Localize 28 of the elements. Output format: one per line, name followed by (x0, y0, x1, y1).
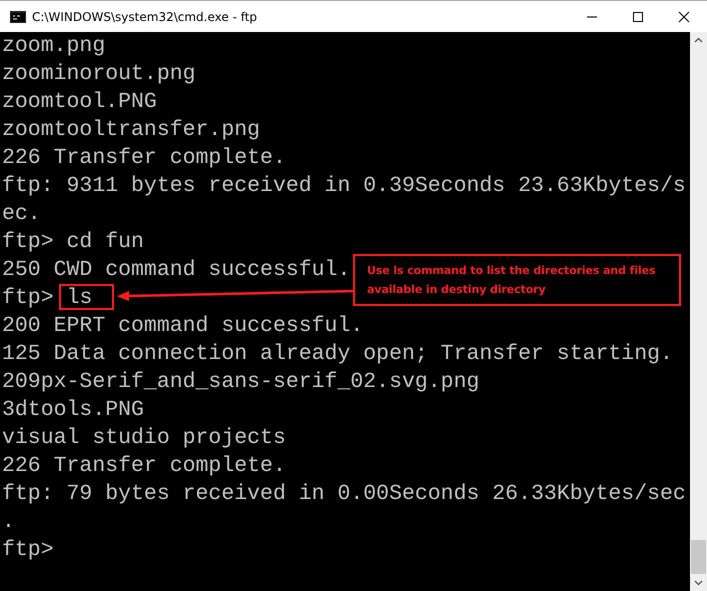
console-line: 209px-Serif_and_sans-serif_02.svg.png (2, 369, 480, 396)
console-line: 226 Transfer complete. (2, 453, 286, 480)
highlighted-command: ls (58, 284, 114, 310)
console-line: visual studio projects (2, 425, 286, 452)
console-line: zoominorout.png (2, 61, 196, 88)
console-line: 226 Transfer complete. (2, 145, 286, 172)
console-line: ftp> cd fun (2, 229, 144, 256)
console-line: 3dtools.PNG (2, 397, 144, 424)
window-title: C:\WINDOWS\system32\cmd.exe - ftp (32, 10, 258, 24)
console-line: ftp: 9311 bytes received in 0.39Seconds 23.63Kbytes/s (2, 173, 686, 200)
console-prompt: ftp> (2, 285, 54, 312)
maximize-icon (632, 10, 644, 22)
console-line: 125 Data connection already open; Transfer starting. (2, 341, 673, 368)
scrollbar[interactable] (690, 32, 707, 591)
console-line: ec. (2, 201, 41, 228)
arrow-icon (116, 288, 356, 302)
console-line: ftp> (2, 537, 54, 564)
console-line: zoom.png (2, 33, 106, 60)
console-line: zoomtooltransfer.png (2, 117, 260, 144)
console-icon (10, 10, 26, 22)
console-line: . (2, 509, 15, 536)
console-line: 250 CWD command successful. (2, 257, 350, 284)
close-icon (678, 10, 690, 22)
console-line: ftp: 79 bytes received in 0.00Seconds 26.33Kbytes/sec (2, 481, 686, 508)
console-line: 200 EPRT command successful. (2, 313, 364, 340)
scrollbar-thumb[interactable] (691, 540, 706, 574)
annotation-callout: Use ls command to list the directories and files available in destiny directory (353, 254, 681, 306)
console-line: zoomtool.PNG (2, 89, 157, 116)
